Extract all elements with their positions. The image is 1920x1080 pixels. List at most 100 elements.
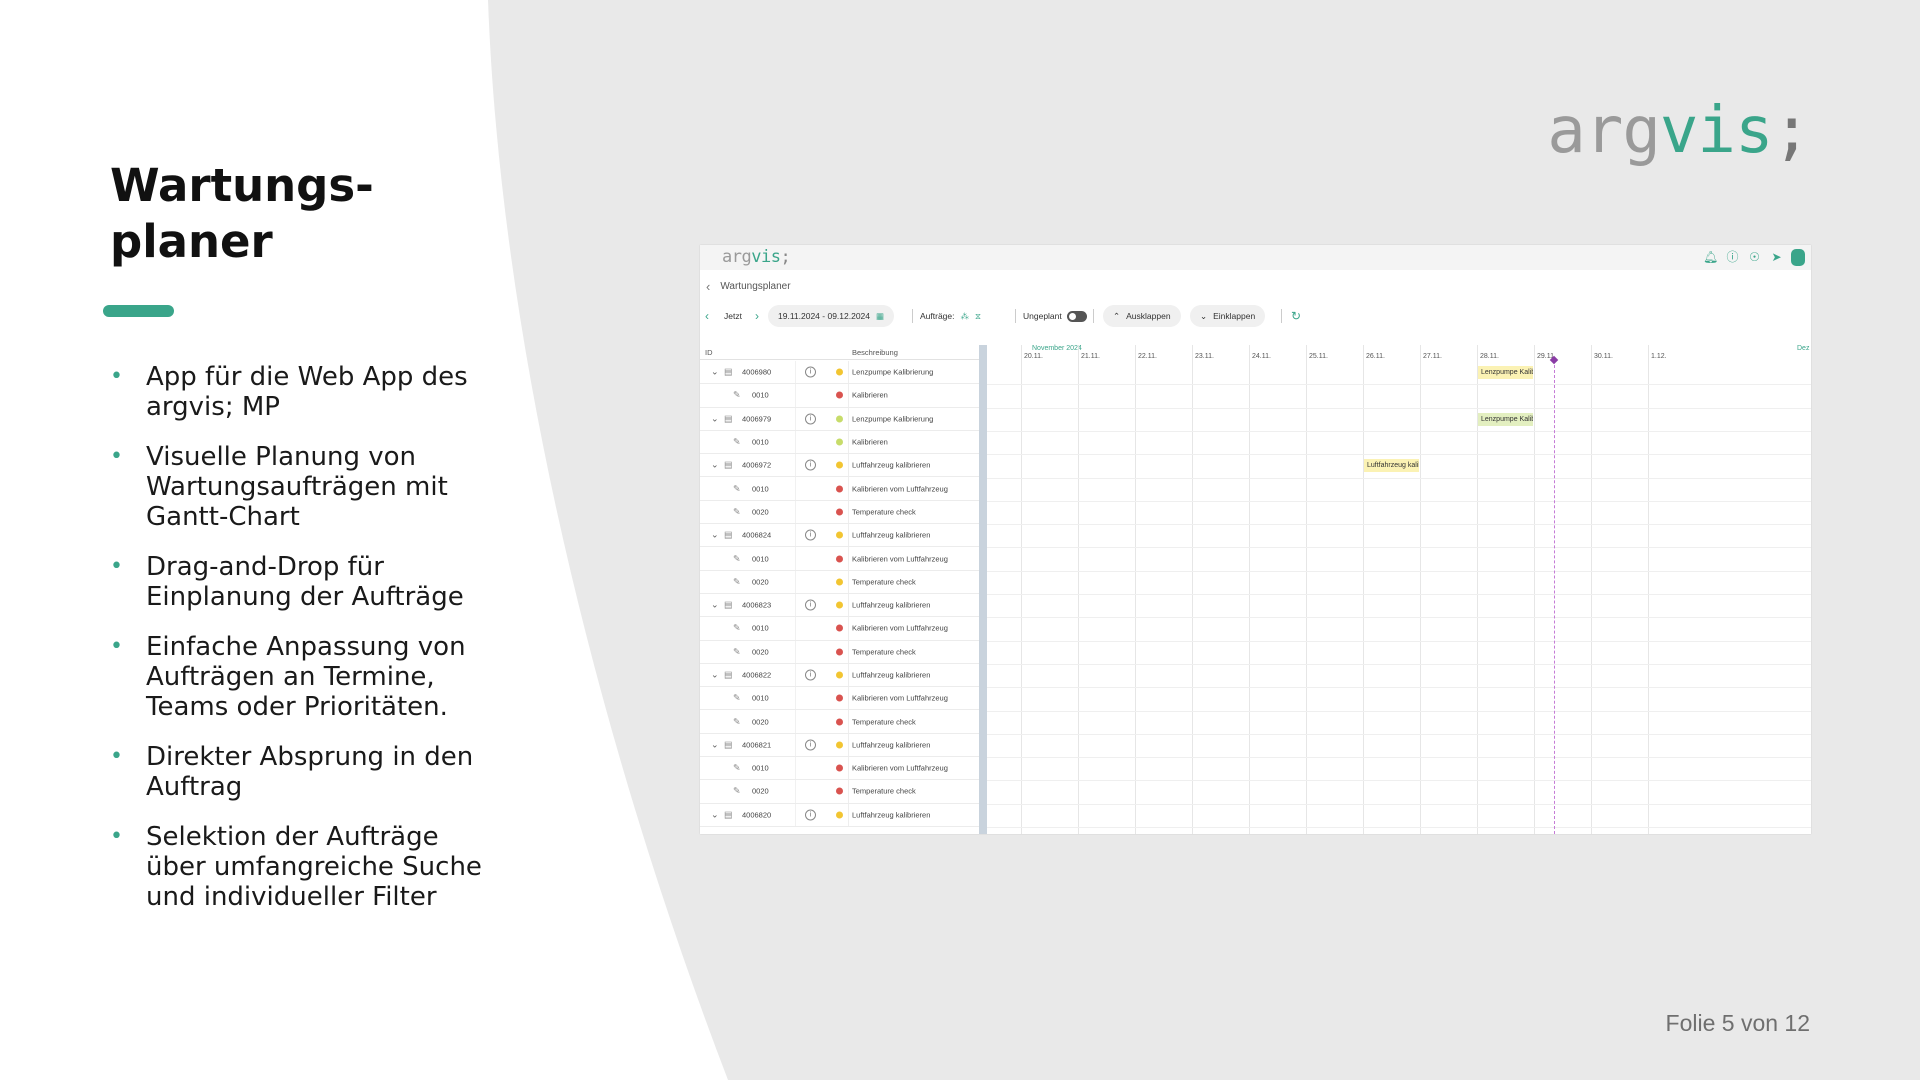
next-icon[interactable]: › [755, 305, 759, 327]
edit-icon[interactable]: ✎ [733, 390, 741, 401]
edit-icon[interactable]: ✎ [733, 693, 741, 704]
operation-row[interactable]: ✎ 0020 Temperature check [700, 710, 980, 734]
collapse-button[interactable]: ⌄ Einklappen [1190, 305, 1266, 327]
row-id: 0010 [752, 390, 769, 400]
refresh-icon[interactable]: ↻ [1291, 305, 1301, 327]
timeline-row-line [987, 407, 1811, 409]
operation-row[interactable]: ✎ 0010 Kalibrieren vom Luftfahrzeug [700, 547, 980, 571]
edit-icon[interactable]: ✎ [733, 623, 741, 634]
row-id: 4006822 [742, 670, 772, 680]
back-icon[interactable]: ‹ [706, 279, 710, 294]
chevron-down-icon[interactable]: ⌄ [711, 670, 719, 681]
avatar[interactable] [1791, 249, 1805, 266]
info-icon[interactable]: i [805, 669, 816, 681]
order-row[interactable]: ⌄ ▤ i 4006820 Luftfahrzeug kalibrieren [700, 803, 980, 827]
chevron-down-icon[interactable]: ⌄ [711, 809, 719, 820]
info-icon[interactable]: i [805, 366, 816, 378]
row-id: 0010 [752, 763, 769, 773]
timeline-day-label: 25.11. [1309, 353, 1328, 360]
operation-row[interactable]: ✎ 0010 Kalibrieren vom Luftfahrzeug [700, 687, 980, 711]
operation-row[interactable]: ✎ 0020 Temperature check [700, 500, 980, 525]
expand-button[interactable]: ⌃ Ausklappen [1103, 305, 1181, 327]
toggle-switch[interactable] [1066, 310, 1087, 322]
row-id: 4006820 [742, 810, 772, 820]
edit-icon[interactable]: ✎ [733, 716, 741, 727]
timeline-row-line [987, 477, 1811, 479]
edit-icon[interactable]: ✎ [733, 553, 741, 564]
slide-footer: Folie 5 von 12 [1665, 1010, 1810, 1036]
status-dot [836, 648, 843, 656]
gantt-bar[interactable]: Lenzpumpe Kalib... [1478, 412, 1533, 426]
document-icon: ▤ [724, 529, 733, 540]
operation-row[interactable]: ✎ 0020 Temperature check [700, 570, 980, 594]
edit-icon[interactable]: ✎ [733, 786, 741, 797]
row-description: Kalibrieren [852, 390, 888, 400]
send-icon[interactable]: ➤ [1769, 250, 1784, 265]
status-dot [836, 461, 843, 469]
status-dot [836, 694, 843, 702]
chevron-down-icon[interactable]: ⌄ [711, 739, 719, 750]
slide-title: Wartungs- planer [110, 159, 374, 268]
edit-icon[interactable]: ✎ [733, 763, 741, 774]
status-dot [836, 624, 843, 632]
row-id: 0020 [752, 786, 769, 796]
order-row[interactable]: ⌄ ▤ i 4006979 Lenzpumpe Kalibrierung [700, 407, 980, 431]
timeline-gridline [1363, 345, 1364, 834]
operation-row[interactable]: ✎ 0020 Temperature check [700, 640, 980, 664]
grid-header: ID Beschreibung [700, 345, 980, 360]
chevron-down-icon[interactable]: ⌄ [711, 530, 719, 541]
row-description: Kalibrieren vom Luftfahrzeug [852, 484, 948, 494]
timeline-gridline [1534, 345, 1535, 834]
order-row[interactable]: ⌄ ▤ i 4006823 Luftfahrzeug kalibrieren [700, 593, 980, 618]
operation-row[interactable]: ✎ 0010 Kalibrieren vom Luftfahrzeug [700, 757, 980, 781]
pane-splitter[interactable] [979, 345, 987, 834]
date-range-picker[interactable]: 19.11.2024 - 09.12.2024 ▦ [768, 305, 895, 327]
operation-row[interactable]: ✎ 0020 Temperature check [700, 780, 980, 804]
timeline-day-label: 23.11. [1195, 353, 1214, 360]
chevron-down-icon[interactable]: ⌄ [711, 460, 719, 471]
info-icon[interactable]: i [805, 459, 816, 471]
edit-icon[interactable]: ✎ [733, 646, 741, 657]
info-icon[interactable]: i [805, 809, 816, 821]
breadcrumb: ‹ Wartungsplaner [706, 279, 791, 294]
chevron-down-icon[interactable]: ⌄ [711, 600, 719, 611]
edit-icon[interactable]: ✎ [733, 483, 741, 494]
row-description: Lenzpumpe Kalibrierung [852, 367, 934, 377]
info-icon[interactable]: i [805, 739, 816, 751]
edit-icon[interactable]: ✎ [733, 437, 741, 448]
unplanned-toggle[interactable]: Ungeplant [1023, 305, 1087, 327]
order-row[interactable]: ⌄ ▤ i 4006972 Luftfahrzeug kalibrieren [700, 454, 980, 478]
info-icon[interactable]: i [805, 599, 816, 611]
edit-icon[interactable]: ✎ [733, 576, 741, 587]
operation-row[interactable]: ✎ 0010 Kalibrieren vom Luftfahrzeug [700, 477, 980, 501]
unplanned-label: Ungeplant [1023, 311, 1062, 321]
gantt-bar[interactable]: Luftfahrzeug kalib... [1364, 459, 1419, 473]
row-description: Luftfahrzeug kalibrieren [852, 600, 931, 610]
operation-row[interactable]: ✎ 0010 Kalibrieren [700, 384, 980, 408]
globe-icon[interactable]: ☉ [1747, 250, 1762, 265]
filter-icon[interactable]: ⧖ [975, 311, 981, 322]
row-description: Luftfahrzeug kalibrieren [852, 460, 931, 470]
row-description: Luftfahrzeug kalibrieren [852, 670, 931, 680]
col-id-header[interactable]: ID [705, 348, 713, 357]
operation-row[interactable]: ✎ 0010 Kalibrieren [700, 430, 980, 455]
help-icon[interactable]: ⓘ [1725, 250, 1740, 265]
col-desc-header[interactable]: Beschreibung [852, 348, 898, 357]
order-row[interactable]: ⌄ ▤ i 4006822 Luftfahrzeug kalibrieren [700, 663, 980, 688]
now-button[interactable]: Jetzt [724, 305, 742, 327]
group-icon[interactable]: ⁂ [961, 311, 970, 322]
info-icon[interactable]: i [805, 529, 816, 541]
order-row[interactable]: ⌄ ▤ i 4006980 Lenzpumpe Kalibrierung [700, 361, 980, 385]
row-description: Lenzpumpe Kalibrierung [852, 414, 934, 424]
gantt-bar[interactable]: Lenzpumpe Kalib... [1478, 366, 1533, 379]
order-row[interactable]: ⌄ ▤ i 4006821 Luftfahrzeug kalibrieren [700, 733, 980, 758]
bell-icon[interactable]: 🔔︎ [1703, 250, 1718, 265]
edit-icon[interactable]: ✎ [733, 506, 741, 517]
operation-row[interactable]: ✎ 0010 Kalibrieren vom Luftfahrzeug [700, 617, 980, 641]
order-row[interactable]: ⌄ ▤ i 4006824 Luftfahrzeug kalibrieren [700, 524, 980, 548]
chevron-down-icon[interactable]: ⌄ [711, 413, 719, 424]
timeline-row-line [987, 500, 1811, 502]
prev-icon[interactable]: ‹ [705, 305, 709, 327]
chevron-down-icon[interactable]: ⌄ [711, 367, 719, 378]
info-icon[interactable]: i [805, 413, 816, 425]
